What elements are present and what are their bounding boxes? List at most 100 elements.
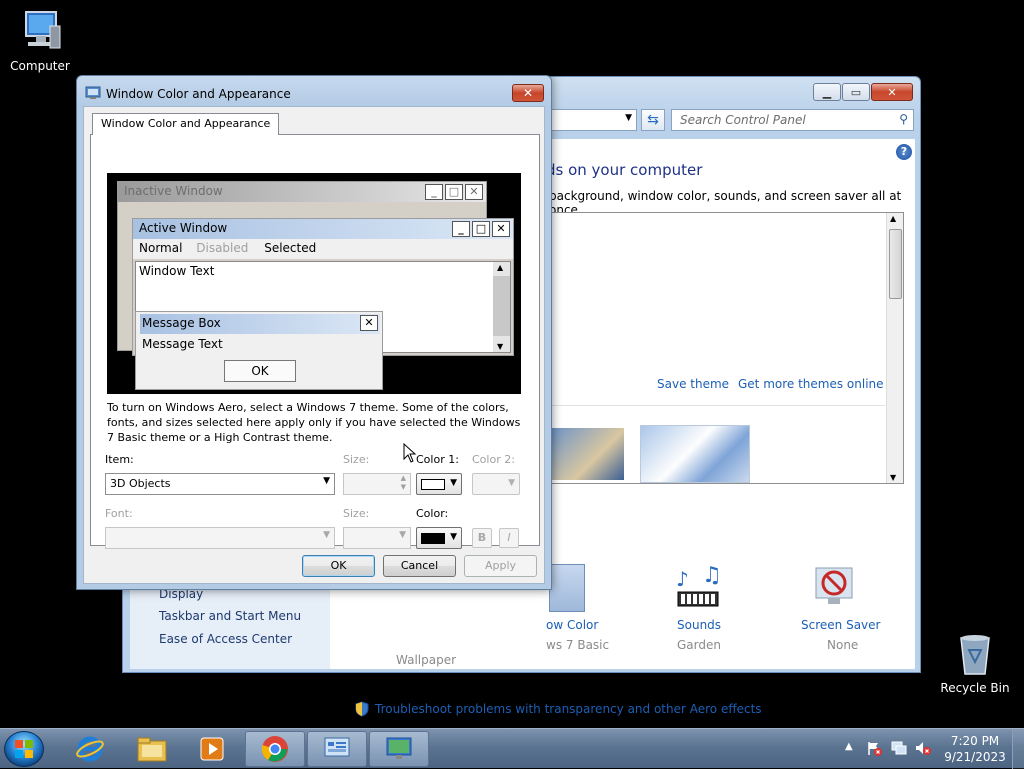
internet-explorer-icon [76,736,104,762]
taskbar-internet-explorer[interactable] [60,731,120,767]
volume-muted-icon[interactable] [914,740,932,756]
window-color-appearance-dialog: Window Color and Appearance ✕ Window Col… [76,75,552,590]
size-spinner[interactable]: ▲ ▼ [343,473,411,495]
scrollbar-thumb[interactable] [889,229,902,299]
dialog-title: Window Color and Appearance [106,87,291,101]
show-desktop-button[interactable] [1012,729,1024,769]
scroll-up-icon[interactable]: ▲ [890,214,896,223]
font-select[interactable]: ▼ [105,527,335,549]
theme-thumbnail[interactable] [550,428,624,480]
address-bar[interactable]: ▼ [551,109,637,131]
taskbar-media-player[interactable] [182,731,242,767]
tab-window-color-appearance[interactable]: Window Color and Appearance [92,113,280,135]
font-size-label: Size: [343,507,370,520]
address-dropdown-icon[interactable]: ▼ [625,113,632,123]
apply-button[interactable]: Apply [464,555,537,577]
item-select[interactable]: 3D Objects ▼ [105,473,335,495]
scroll-down-icon[interactable]: ▼ [890,473,896,482]
computer-desktop-icon[interactable]: Computer [0,8,80,73]
preview-scrollbar: ▲ ▼ [493,262,510,352]
page-heading: ds on your computer [546,161,703,179]
window-color-tile[interactable] [549,564,585,612]
cancel-button[interactable]: Cancel [383,555,456,577]
window-color-sub: ws 7 Basic [546,638,610,652]
color2-label: Color 2: [472,453,515,466]
search-input[interactable]: Search Control Panel ⚲ [671,109,914,131]
sounds-label[interactable]: Sounds [677,618,721,632]
chrome-icon [261,736,288,762]
screen-saver-label[interactable]: Screen Saver [801,618,880,632]
ok-button[interactable]: OK [302,555,375,577]
refresh-icon[interactable]: ⇆ [641,109,665,131]
ease-of-access-link[interactable]: Ease of Access Center [159,632,292,646]
action-center-flag-icon[interactable] [866,740,882,756]
search-placeholder: Search Control Panel [680,113,806,127]
clock-time: 7:20 PM [950,734,1000,748]
color1-picker[interactable]: ▼ [416,473,462,495]
sounds-sub: Garden [677,638,721,652]
taskbar-start-menu-link[interactable]: Taskbar and Start Menu [159,609,301,623]
screen-saver-icon[interactable] [810,564,858,614]
media-player-icon [200,737,224,761]
taskbar-explorer[interactable] [122,731,182,767]
show-hidden-icons-chevron[interactable]: ▲ [845,741,853,752]
preview-message-titlebar: Message Box ✕ [140,314,380,334]
maximize-icon: □ [445,184,463,200]
theme-thumbnail[interactable] [640,425,750,483]
chevron-down-icon: ▼ [450,478,457,488]
minimize-button[interactable]: ▁ [813,83,841,101]
chevron-down-icon: ▼ [450,532,457,542]
bold-button[interactable]: B [472,528,492,548]
font-color-picker[interactable]: ▼ [416,527,462,549]
spinner-down-icon[interactable]: ▼ [401,483,406,491]
preview-menu-bar: Normal Disabled Selected [133,239,513,259]
preview-inactive-title: Inactive Window [124,184,223,198]
windows-logo-icon [15,740,33,758]
chevron-down-icon: ▼ [399,530,406,540]
color2-picker[interactable]: ▼ [472,473,520,495]
recycle-bin-desktop-icon[interactable]: Recycle Bin [935,630,1015,695]
computer-icon [25,11,61,49]
start-button[interactable] [4,731,44,767]
preview-message-title: Message Box [142,316,221,330]
font-size-select[interactable]: ▼ [343,527,411,549]
taskbar-personalization[interactable] [369,731,429,767]
preview-active-buttons: _ □ ✕ [452,221,510,237]
spinner-up-icon[interactable]: ▲ [401,474,406,482]
dialog-app-icon [85,86,101,99]
system-clock[interactable]: 7:20 PM 9/21/2023 [940,733,1010,765]
control-panel-icon [324,737,350,757]
taskbar-control-panel[interactable] [307,731,367,767]
close-icon: ✕ [360,315,378,331]
window-color-label[interactable]: ow Color [546,618,598,632]
appearance-preview[interactable]: Inactive Window _ □ ✕ Active Window _ □ … [107,173,521,394]
save-theme-link[interactable]: Save theme [657,377,729,391]
theme-separator [550,405,885,406]
italic-button[interactable]: I [499,528,519,548]
network-icon[interactable] [890,740,908,756]
help-icon[interactable]: ? [896,144,912,160]
see-also-panel: Display Taskbar and Start Menu Ease of A… [130,579,330,669]
get-more-themes-link[interactable]: Get more themes online [738,377,884,391]
wallpaper-label: Wallpaper [396,653,457,667]
mouse-cursor-icon [403,443,417,463]
folder-icon [137,737,167,762]
themes-list[interactable]: ▲ ▼ Save theme Get more themes online [549,212,904,484]
font-color-swatch [421,533,445,544]
maximize-button[interactable]: ▭ [842,83,870,101]
search-icon[interactable]: ⚲ [899,112,908,126]
preview-ok-label: OK [251,364,269,378]
close-icon: ✕ [465,184,483,200]
recycle-bin-icon [960,635,990,675]
troubleshoot-link[interactable]: Troubleshoot problems with transparency … [375,702,762,716]
dialog-close-button[interactable]: ✕ [512,84,544,102]
preview-inactive-buttons: _ □ ✕ [425,184,483,200]
personalization-icon [386,737,412,759]
aero-description: To turn on Windows Aero, select a Window… [107,401,521,444]
minimize-icon: _ [425,184,443,200]
sounds-icon[interactable]: ♪ ♫ [670,564,726,614]
themes-scrollbar[interactable]: ▲ ▼ [886,213,903,483]
taskbar-chrome[interactable] [245,731,305,767]
computer-label: Computer [10,59,70,73]
close-button[interactable]: ✕ [871,83,913,101]
